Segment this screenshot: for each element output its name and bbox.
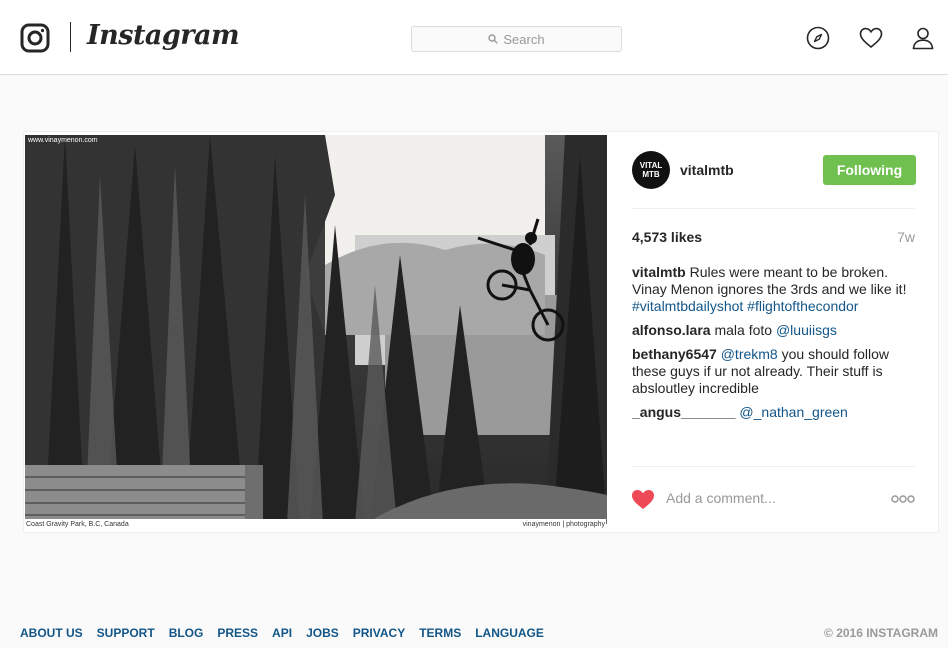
divider xyxy=(632,466,915,467)
comment-text: mala foto xyxy=(710,322,776,338)
comment-username[interactable]: alfonso.lara xyxy=(632,322,711,338)
search-input[interactable]: Search xyxy=(411,26,622,52)
add-comment-row: Add a comment... xyxy=(631,487,915,511)
footer-link-support[interactable]: SUPPORT xyxy=(97,626,155,640)
photo-caption-bar: Coast Gravity Park, B.C, Canada vinaymen… xyxy=(24,519,606,531)
compass-icon[interactable] xyxy=(806,26,830,50)
comments-list: vitalmtb Rules were meant to be broken. … xyxy=(632,264,915,428)
footer-link-press[interactable]: PRESS xyxy=(217,626,258,640)
comment-item: alfonso.lara mala foto @luuiisgs xyxy=(632,322,915,339)
photo-scene xyxy=(25,135,607,524)
following-button[interactable]: Following xyxy=(823,155,916,185)
comment-hashtags[interactable]: #vitalmtbdailyshot #flightofthecondor xyxy=(632,298,858,314)
search-icon xyxy=(488,34,499,44)
comment-item: vitalmtb Rules were meant to be broken. … xyxy=(632,264,915,315)
avatar-label: VITAL MTB xyxy=(639,161,663,179)
comment-item: bethany6547 @trekm8 you should follow th… xyxy=(632,346,915,397)
post-age[interactable]: 7w xyxy=(897,229,915,245)
footer-link-privacy[interactable]: PRIVACY xyxy=(353,626,405,640)
photo-credit-caption: vinaymenon | photography xyxy=(522,521,605,528)
add-comment-input[interactable]: Add a comment... xyxy=(666,490,776,506)
instagram-camera-icon[interactable] xyxy=(20,23,50,53)
top-nav-bar: Instagram Search xyxy=(0,0,948,75)
copyright: © 2016 INSTAGRAM xyxy=(824,626,938,640)
footer-link-api[interactable]: API xyxy=(272,626,292,640)
comment-mention[interactable]: @luuiisgs xyxy=(776,322,837,338)
comment-mention[interactable]: @trekm8 xyxy=(717,346,778,362)
post-card: www.vinaymenon.com Coast Gravity Park, B… xyxy=(23,131,939,533)
photo-watermark: www.vinaymenon.com xyxy=(28,137,98,144)
post-sidebar: VITAL MTB vitalmtb Following 4,573 likes… xyxy=(631,132,916,532)
instagram-wordmark[interactable]: Instagram xyxy=(87,16,240,56)
like-heart-icon[interactable] xyxy=(631,488,655,510)
footer-link-terms[interactable]: TERMS xyxy=(419,626,461,640)
post-photo[interactable]: www.vinaymenon.com xyxy=(25,135,607,524)
comment-username[interactable]: _angus_______ xyxy=(632,404,736,420)
heart-icon[interactable] xyxy=(859,26,883,50)
divider xyxy=(632,208,915,209)
footer-link-blog[interactable]: BLOG xyxy=(169,626,204,640)
likes-count[interactable]: 4,573 likes xyxy=(632,229,702,245)
user-icon[interactable] xyxy=(911,26,935,50)
avatar[interactable]: VITAL MTB xyxy=(632,151,670,189)
comment-mention[interactable]: @_nathan_green xyxy=(739,404,847,420)
footer-link-jobs[interactable]: JOBS xyxy=(306,626,339,640)
post-author-username[interactable]: vitalmtb xyxy=(680,162,734,178)
photo-location-caption: Coast Gravity Park, B.C, Canada xyxy=(26,521,129,528)
more-options-icon[interactable] xyxy=(891,494,915,504)
footer-links: ABOUT US SUPPORT BLOG PRESS API JOBS PRI… xyxy=(20,626,558,640)
comment-username[interactable]: bethany6547 xyxy=(632,346,717,362)
search-placeholder: Search xyxy=(503,31,545,47)
logo-divider xyxy=(70,22,71,52)
footer-link-language[interactable]: LANGUAGE xyxy=(475,626,544,640)
footer-link-about-us[interactable]: ABOUT US xyxy=(20,626,83,640)
comment-username[interactable]: vitalmtb xyxy=(632,264,686,280)
comment-item: _angus_______ @_nathan_green xyxy=(632,404,915,421)
